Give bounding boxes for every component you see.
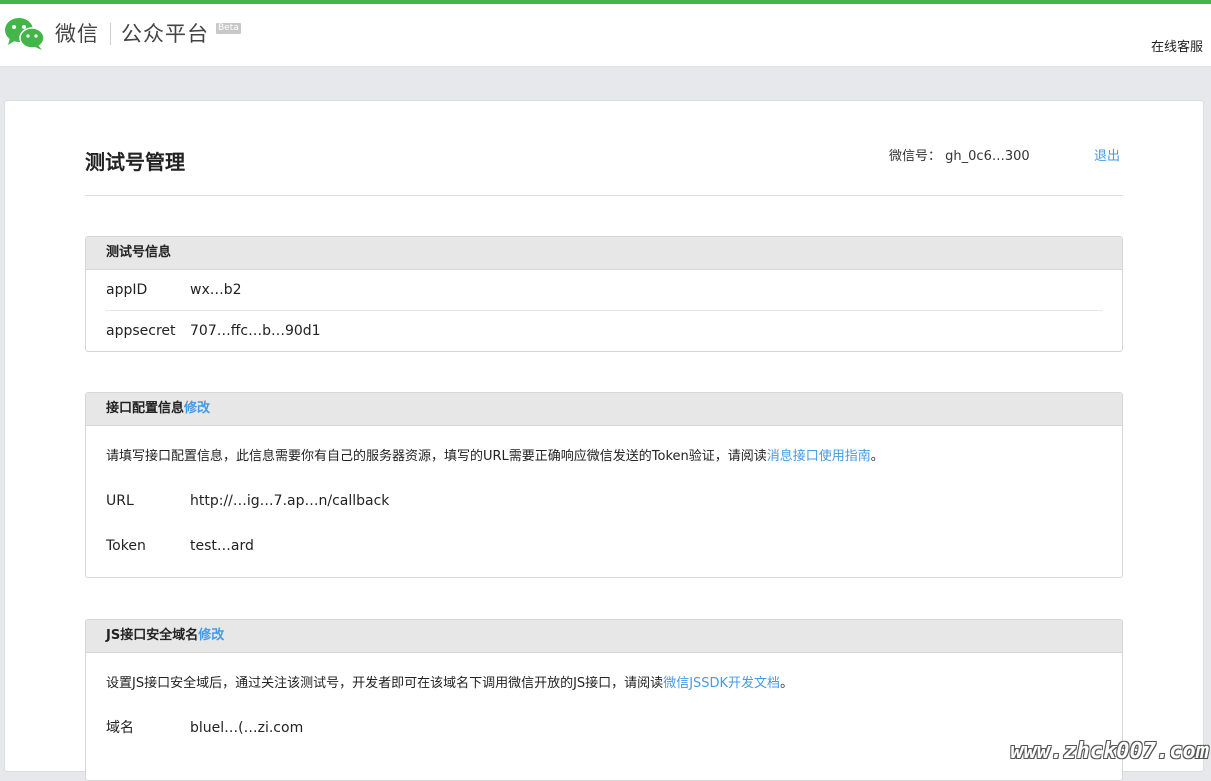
main-card: 测试号管理 微信号： gh_0c6…300 退出 测试号信息 appID wx……: [4, 100, 1204, 781]
account-label: 微信号：: [889, 149, 942, 164]
js-desc-end: 。: [780, 676, 794, 691]
beta-badge: Beta: [216, 23, 241, 34]
token-label: Token: [106, 538, 146, 554]
site-watermark: www.zhck007.com: [1010, 739, 1209, 764]
brand-divider: [110, 23, 111, 45]
logout-link[interactable]: 退出: [1094, 145, 1120, 164]
js-domain-title: JS接口安全域名: [106, 628, 199, 643]
domain-label: 域名: [106, 720, 134, 736]
js-desc-text: 设置JS接口安全域后，通过关注该测试号，开发者即可在该域名下调用微信开放的JS接…: [106, 676, 664, 691]
appid-value: wx…b2: [190, 282, 242, 298]
interface-desc-end: 。: [870, 449, 884, 464]
domain-row: 域名 bluel…(…zi.com: [86, 708, 1122, 748]
interface-description: 请填写接口配置信息，此信息需要你有自己的服务器资源，填写的URL需要正确响应微信…: [86, 426, 1122, 468]
jssdk-doc-link[interactable]: 微信JSSDK开发文档: [663, 676, 780, 691]
js-domain-header: JS接口安全域名修改: [86, 620, 1122, 653]
test-info-title: 测试号信息: [106, 245, 172, 260]
js-domain-description: 设置JS接口安全域后，通过关注该测试号，开发者即可在该域名下调用微信开放的JS接…: [86, 653, 1122, 695]
appid-row: appID wx…b2: [86, 270, 1122, 310]
interface-desc-text: 请填写接口配置信息，此信息需要你有自己的服务器资源，填写的URL需要正确响应微信…: [106, 449, 767, 464]
message-api-guide-link[interactable]: 消息接口使用指南: [767, 449, 871, 464]
token-value: test…ard: [190, 538, 254, 554]
url-value: http://…ig…7.ap…n/callback: [190, 493, 390, 509]
title-divider: [85, 195, 1123, 196]
interface-config-header: 接口配置信息修改: [86, 393, 1122, 426]
online-service-link[interactable]: 在线客服: [1151, 36, 1203, 55]
interface-edit-link[interactable]: 修改: [184, 401, 210, 416]
appsecret-value: 707…ffc…b…90d1: [190, 323, 321, 339]
url-row: URL http://…ig…7.ap…n/callback: [86, 481, 1122, 521]
interface-config-title: 接口配置信息: [106, 401, 185, 416]
account-info: 微信号： gh_0c6…300: [889, 145, 1030, 164]
token-row: Token test…ard: [86, 526, 1122, 566]
header: 微信 公众平台 Beta 在线客服: [0, 4, 1211, 67]
page-title: 测试号管理: [85, 150, 185, 174]
appid-label: appID: [106, 282, 148, 298]
interface-config-panel: 接口配置信息修改 请填写接口配置信息，此信息需要你有自己的服务器资源，填写的UR…: [85, 392, 1123, 578]
account-value: gh_0c6…300: [945, 149, 1030, 164]
brand-wechat[interactable]: 微信: [55, 18, 99, 48]
test-info-header: 测试号信息: [86, 237, 1122, 270]
test-info-panel: 测试号信息 appID wx…b2 appsecret 707…ffc…b…90…: [85, 236, 1123, 352]
url-label: URL: [106, 493, 134, 509]
brand-platform[interactable]: 公众平台: [121, 18, 209, 48]
domain-value: bluel…(…zi.com: [190, 720, 304, 736]
js-domain-panel: JS接口安全域名修改 设置JS接口安全域后，通过关注该测试号，开发者即可在该域名…: [85, 619, 1123, 781]
js-domain-edit-link[interactable]: 修改: [198, 628, 224, 643]
appsecret-label: appsecret: [106, 323, 176, 339]
wechat-logo-icon: [5, 18, 45, 50]
appsecret-row: appsecret 707…ffc…b…90d1: [86, 311, 1122, 351]
